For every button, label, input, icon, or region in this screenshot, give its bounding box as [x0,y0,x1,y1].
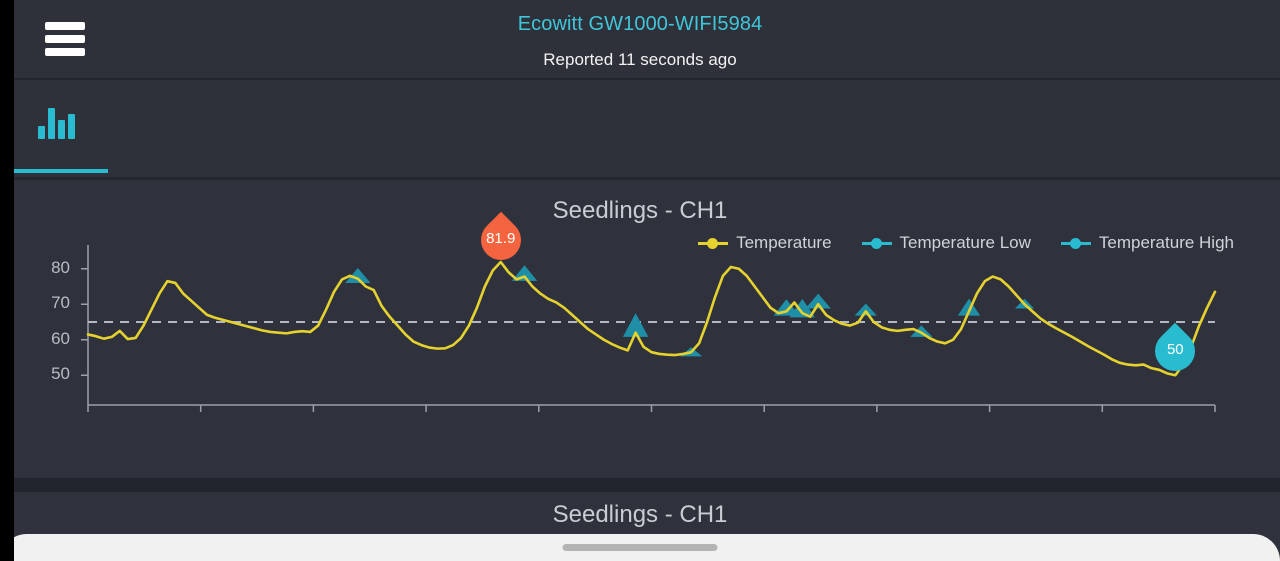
legend-dot-icon [707,237,719,249]
device-title: Ecowitt GW1000-WIFI5984 [517,13,763,35]
tab-active-indicator [12,169,108,173]
legend-item[interactable]: Temperature Low [861,233,1031,253]
legend-item[interactable]: Temperature [698,233,832,253]
home-indicator-bar [0,534,1280,561]
min-value-marker[interactable]: 50 [1147,322,1204,380]
marker-value-label: 50 [1166,341,1184,359]
legend-label: Temperature [736,233,832,252]
home-indicator [562,544,718,551]
legend-dot-icon [870,237,882,249]
legend-swatch [861,237,892,249]
legend-dot-icon [1069,237,1081,249]
chart-svg [81,245,1217,412]
chart-legend: Temperature Temperature Low Temperature Hi… [698,233,1234,253]
chart-plot-area[interactable]: 50607080Oct 0712:00 AMOct 074:00 PMOct 0… [0,211,1280,550]
device-bezel-left [0,0,14,561]
chart-title: Seedlings - CH1 [552,197,728,224]
reported-status: Reported 11 seconds ago [543,50,737,69]
temperature-range-band [854,303,877,316]
legend-item[interactable]: Temperature High [1060,233,1234,253]
max-value-marker[interactable]: 81.9 [472,211,529,269]
chart2-title: Seedlings - CH1 [552,501,728,528]
hamburger-bar [45,35,85,43]
toolbar: Custom Oct/07/2021 - Oct/13/2021 13 [0,82,1280,247]
app-root: Ecowitt GW1000-WIFI5984 Reported 11 seco… [0,0,1280,561]
legend-label: Temperature High [1098,233,1234,252]
legend-swatch [1060,237,1091,249]
legend-label: Temperature Low [899,233,1031,252]
temperature-line [86,260,1217,377]
bar-chart-icon [38,105,82,139]
tab-chart-view[interactable] [12,97,108,173]
marker-value-label: 81.9 [486,230,516,248]
app-header: Ecowitt GW1000-WIFI5984 Reported 11 seco… [0,0,1280,80]
panel-divider [0,478,1280,492]
temperature-chart-panel: Seedlings - CH1 Temperature Temperature L… [0,183,1280,554]
legend-swatch [698,237,729,249]
